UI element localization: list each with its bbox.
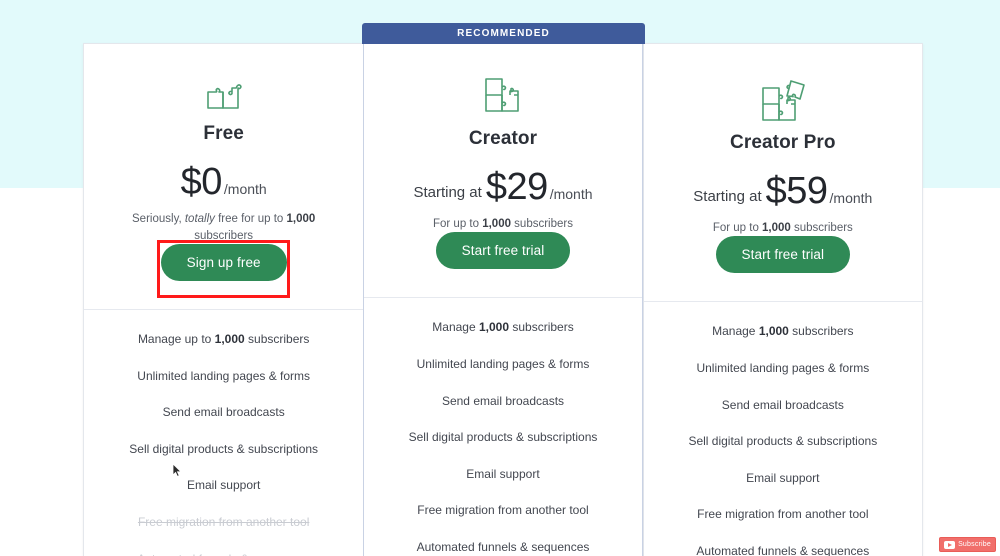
pricing-table: Free $0 /month Seriously, totally free f… [83,43,923,556]
plan-column-free: Free $0 /month Seriously, totally free f… [84,44,364,556]
recommended-ribbon: RECOMMENDED [362,23,645,44]
price-amount: $29 [485,166,548,208]
feature-item: Send email broadcasts [162,405,285,420]
feature-item: Sell digital products & subscriptions [688,434,878,449]
feature-item: Manage up to 1,000 subscribers [137,332,310,346]
plan-header-creator: Creator Starting at $29 /month For up to… [364,44,642,299]
price-note: For up to 1,000 subscribers [432,218,573,230]
feature-item: Unlimited landing pages & forms [416,356,590,371]
puzzle-three-pieces-icon [479,68,527,122]
feature-item: Unlimited landing pages & forms [696,360,870,375]
price-period: /month [549,186,593,202]
price-row: $0 /month [181,163,267,201]
start-free-trial-button[interactable]: Start free trial [435,232,571,270]
puzzle-four-pieces-icon [757,72,809,126]
feature-item: Sell digital products & subscriptions [129,441,319,456]
plan-name: Creator [468,128,538,149]
plan-column-creator: Creator Starting at $29 /month For up to… [363,44,643,556]
price-amount: $0 [180,161,223,204]
feature-item: Email support [746,470,820,485]
cta-wrapper: Start free trial [644,236,922,274]
youtube-subscribe-overlay[interactable]: Subscribe [939,537,996,552]
feature-item: Sell digital products & subscriptions [408,430,598,445]
youtube-play-icon [944,540,956,549]
start-free-trial-button[interactable]: Start free trial [715,236,851,274]
plan-name: Creator Pro [730,132,836,153]
price-period: /month [829,190,873,206]
feature-list-creator-pro: Manage 1,000 subscribers Unlimited landi… [644,302,922,556]
feature-item: Email support [466,466,540,481]
price-row: Starting at $59 /month [693,172,872,210]
feature-item-disabled: Free migration from another tool [137,514,310,529]
feature-item: Email support [186,478,261,493]
subscribe-label: Subscribe [958,541,991,548]
puzzle-two-pieces-icon [202,72,246,117]
pricing-page: RECOMMENDED Free $0 /month Seriously, to… [0,0,1000,556]
feature-item: Unlimited landing pages & forms [137,368,311,383]
signup-free-button[interactable]: Sign up free [160,244,287,281]
feature-item: Automated funnels & sequences [696,543,870,556]
price-note: For up to 1,000 subscribers [712,222,853,234]
price-note: Seriously, totally free for up to 1,000 … [132,213,316,242]
plan-column-creator-pro: Creator Pro Starting at $59 /month For u… [642,44,922,556]
plan-header-creator-pro: Creator Pro Starting at $59 /month For u… [643,44,922,303]
plan-header-free: Free $0 /month Seriously, totally free f… [84,44,364,310]
feature-item: Send email broadcasts [441,393,565,408]
price-amount: $59 [765,170,828,212]
feature-item-disabled: Automated funnels & sequences [127,552,320,556]
price-prefix: Starting at [413,184,482,201]
cta-wrapper: Start free trial [364,232,641,270]
cta-wrapper: Sign up free [84,244,363,281]
plan-name: Free [203,123,244,145]
feature-item: Free migration from another tool [697,507,869,522]
feature-list-creator: Manage 1,000 subscribers Unlimited landi… [364,298,641,556]
feature-item: Send email broadcasts [721,397,844,412]
price-row: Starting at $29 /month [413,168,592,206]
feature-item: Free migration from another tool [417,503,589,518]
feature-list-free: Manage up to 1,000 subscribers Unlimited… [84,310,363,556]
price-period: /month [223,181,267,198]
price-prefix: Starting at [693,188,762,205]
feature-item: Manage 1,000 subscribers [432,320,574,335]
feature-item: Automated funnels & sequences [416,539,590,554]
feature-item: Manage 1,000 subscribers [712,324,854,339]
